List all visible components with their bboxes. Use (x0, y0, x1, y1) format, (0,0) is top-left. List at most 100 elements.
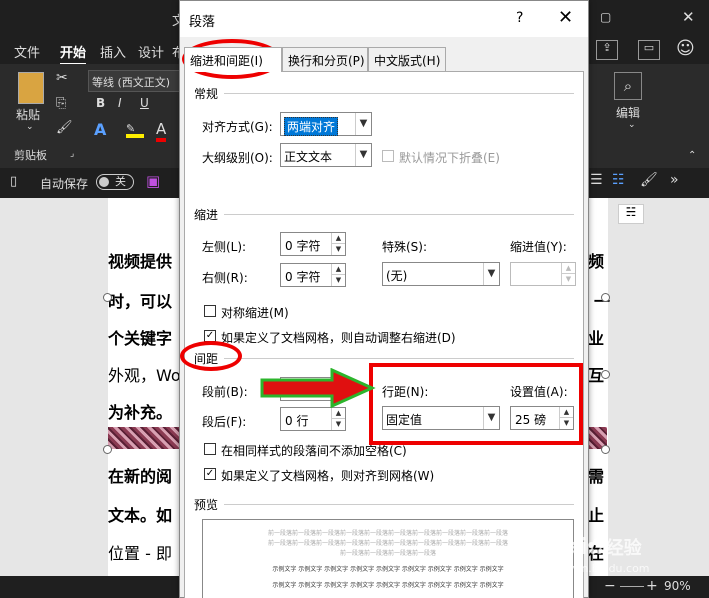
autosave-label: 自动保存 (40, 177, 89, 191)
chevron-down-icon[interactable]: ⌄ (26, 122, 34, 132)
share-icon[interactable]: ⇪ (596, 40, 618, 60)
resize-handle[interactable] (103, 445, 112, 454)
doc-right-char: 止 (588, 506, 605, 525)
alignment-select[interactable]: 两端对齐 ▼ (280, 112, 372, 136)
collapse-checkbox[interactable] (382, 150, 394, 162)
zoom-out-icon[interactable]: − (604, 578, 616, 594)
divider (224, 93, 574, 94)
doc-line: 文本。如 (108, 506, 173, 525)
menu-insert[interactable]: 插入 (100, 42, 126, 61)
outline-level-value: 正文文本 (284, 150, 333, 164)
spin-up-icon[interactable]: ▲ (331, 408, 345, 419)
special-select[interactable]: (无) ▼ (382, 262, 500, 286)
spin-down-icon[interactable]: ▼ (331, 419, 345, 430)
indent-by-spinner[interactable]: ▲ ▼ (510, 262, 576, 286)
resize-handle[interactable] (601, 370, 610, 379)
dialog-title-bar: 段落 ? ✕ (180, 1, 588, 37)
smiley-icon[interactable]: ☺ (676, 38, 695, 59)
spin-down-icon[interactable]: ▼ (331, 244, 345, 255)
mirror-indents-label: 对称缩进(M) (221, 306, 289, 320)
tab-line-page-breaks[interactable]: 换行和分页(P) (282, 47, 368, 71)
left-indent-label: 左侧(L): (202, 240, 247, 254)
alignment-label: 对齐方式(G): (202, 120, 273, 134)
collapse-ribbon-icon[interactable]: ⌃ (688, 150, 696, 161)
search-icon[interactable]: ⌕ (614, 72, 642, 100)
paste-label[interactable]: 粘贴 (16, 106, 40, 123)
tab-asian-typography[interactable]: 中文版式(H) (368, 47, 446, 71)
doc-line: 时，可以 (108, 292, 173, 311)
chevron-down-icon[interactable]: ▼ (355, 144, 371, 166)
collapse-label: 默认情况下折叠(E) (399, 151, 500, 165)
divider (224, 504, 574, 505)
clipboard-group-label: 剪贴板 (14, 149, 47, 162)
spin-down-icon[interactable]: ▼ (331, 275, 345, 286)
preview-heading: 预览 (194, 498, 219, 512)
help-icon[interactable]: ? (516, 10, 523, 26)
dialog-launcher-icon[interactable]: ⌟ (70, 149, 74, 159)
left-indent-spinner[interactable]: 0 字符 ▲ ▼ (280, 232, 346, 256)
chevron-down-icon[interactable]: ▼ (355, 113, 371, 135)
format-painter-icon[interactable]: 🖌 (56, 120, 73, 135)
document-icon[interactable]: ▯ (10, 174, 17, 189)
cut-icon[interactable]: ✂ (56, 70, 68, 86)
bold-button[interactable]: B (96, 96, 105, 110)
font-name-box[interactable]: 等线 (西文正文) (88, 70, 180, 92)
align-icon[interactable]: ☰ (590, 172, 603, 188)
chevron-down-icon[interactable]: ▼ (483, 263, 499, 285)
no-space-same-style-checkbox[interactable] (204, 443, 216, 455)
menu-file[interactable]: 文件 (14, 42, 40, 61)
right-indent-value: 0 字符 (285, 270, 321, 284)
line-spacing-icon[interactable]: ☷ (612, 172, 625, 188)
editing-label[interactable]: 编辑 (616, 104, 640, 121)
spacing-after-value: 0 行 (285, 414, 309, 428)
close-icon[interactable]: ✕ (558, 7, 573, 28)
tab-indents-spacing[interactable]: 缩进和间距(I) (184, 47, 282, 72)
annotation-oval-spacing (180, 341, 242, 371)
underline-button[interactable]: U (140, 96, 149, 110)
brush-icon[interactable]: 🖌 (640, 172, 658, 188)
outline-level-select[interactable]: 正文文本 ▼ (280, 143, 372, 167)
document-image[interactable] (108, 427, 180, 449)
spin-up-icon[interactable]: ▲ (561, 263, 575, 274)
spin-down-icon[interactable]: ▼ (561, 274, 575, 285)
watermark-brand-text: Bai (548, 535, 588, 560)
resize-handle[interactable] (103, 293, 112, 302)
more-icon[interactable]: » (670, 172, 679, 188)
mirror-indents-checkbox[interactable] (204, 305, 216, 317)
special-label: 特殊(S): (382, 240, 428, 254)
zoom-slider-track[interactable] (620, 586, 644, 587)
divider (224, 214, 574, 215)
menu-design[interactable]: 设计 (138, 42, 164, 61)
doc-line: 位置 - 即 (108, 544, 172, 563)
resize-handle[interactable] (601, 293, 610, 302)
zoom-level[interactable]: 90% (664, 579, 691, 593)
clipboard-icon[interactable] (18, 72, 44, 104)
close-window-icon[interactable]: ✕ (682, 8, 695, 26)
copy-icon[interactable]: ⎘ (56, 96, 66, 111)
italic-button[interactable]: I (118, 96, 122, 110)
zoom-in-icon[interactable]: + (646, 578, 658, 594)
right-indent-spinner[interactable]: 0 字符 ▲ ▼ (280, 263, 346, 287)
restore-icon[interactable]: ▢ (600, 10, 611, 24)
snap-to-grid-checkbox[interactable]: ✓ (204, 468, 216, 480)
spin-up-icon[interactable]: ▲ (331, 264, 345, 275)
preview-sample-line: 示例文字 示例文字 示例文字 示例文字 示例文字 示例文字 示例文字 示例文字 … (272, 566, 504, 573)
paw-icon: ✿ (587, 535, 606, 560)
indent-by-label: 缩进值(Y): (510, 240, 567, 254)
highlight-icon[interactable]: ✎ (126, 122, 144, 138)
chevron-down-icon[interactable]: ⌄ (628, 120, 636, 130)
spacing-after-spinner[interactable]: 0 行 ▲ ▼ (280, 407, 346, 431)
preview-prev-line: 前一段落前一段落前一段落前一段落 (339, 550, 436, 557)
resize-handle[interactable] (601, 445, 610, 454)
doc-line: 个关键字 (108, 329, 173, 348)
screen: { "menubar": {"file":"文件","home":"开始","i… (0, 0, 709, 598)
outline-level-label: 大纲级别(O): (202, 151, 273, 165)
indentation-heading: 缩进 (194, 208, 219, 222)
menu-home[interactable]: 开始 (60, 42, 87, 65)
save-icon[interactable]: ▣ (146, 172, 160, 190)
wrap-text-icon[interactable]: ☵ (618, 204, 644, 224)
font-color-button[interactable]: A (156, 120, 167, 142)
spin-up-icon[interactable]: ▲ (331, 233, 345, 244)
comment-icon[interactable]: ▭ (638, 40, 660, 60)
text-effects-button[interactable]: A (94, 120, 106, 139)
